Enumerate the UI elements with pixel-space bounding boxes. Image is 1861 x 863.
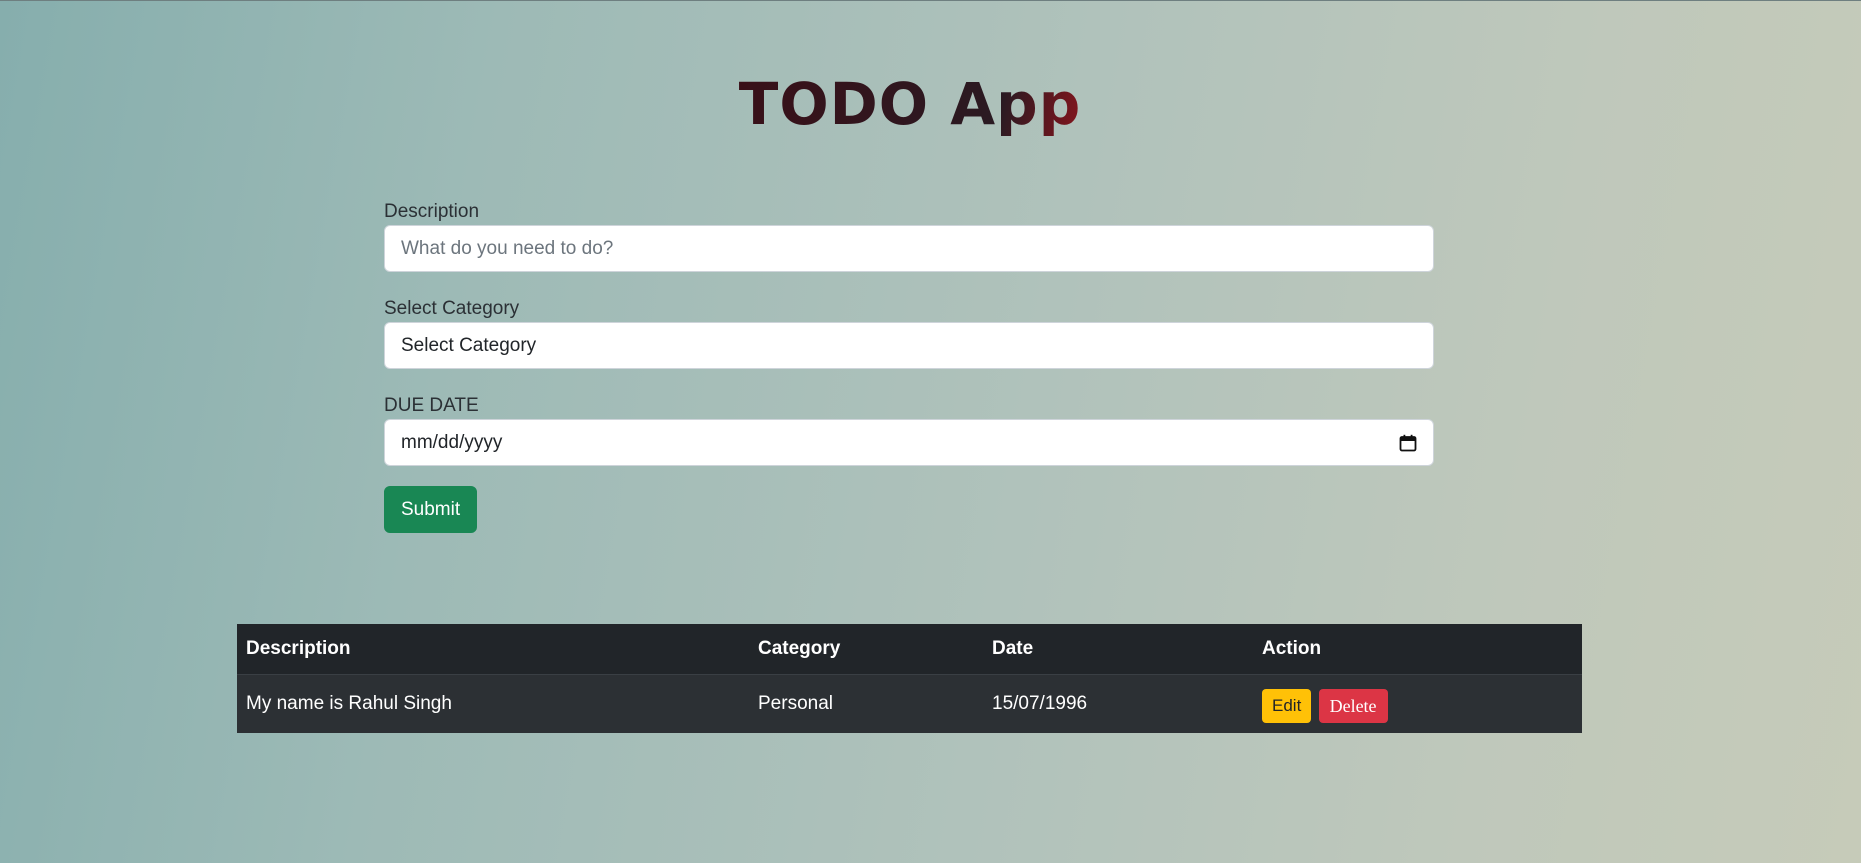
edit-button[interactable]: Edit <box>1262 688 1312 723</box>
calendar-icon[interactable] <box>1399 434 1417 452</box>
table-row: My name is Rahul Singh Personal 15/07/19… <box>237 674 1582 733</box>
due-date-label: DUE DATE <box>384 395 479 416</box>
todo-form: Description What do you need to do? Sele… <box>384 199 1434 533</box>
description-group: Description What do you need to do? <box>384 199 1434 272</box>
row-description: My name is Rahul Singh <box>246 692 452 714</box>
due-date-group: DUE DATE mm/dd/yyyy <box>384 393 1434 466</box>
row-date: 15/07/1996 <box>992 692 1088 714</box>
delete-button[interactable]: Delete <box>1318 688 1388 723</box>
todo-table: Description Category Date Action My name… <box>237 624 1582 733</box>
category-label: Select Category <box>384 298 520 319</box>
description-label: Description <box>384 201 480 222</box>
row-category: Personal <box>758 692 833 714</box>
header-date: Date <box>983 624 1253 675</box>
submit-button[interactable]: Submit <box>384 486 478 533</box>
description-placeholder: What do you need to do? <box>401 237 614 259</box>
category-group: Select Category Select Category <box>384 296 1434 369</box>
category-selected-value: Select Category <box>401 334 537 356</box>
row-actions: Edit Delete <box>1253 674 1582 733</box>
window-top-border <box>0 0 1861 1</box>
description-input[interactable]: What do you need to do? <box>384 225 1434 272</box>
header-description: Description <box>237 624 749 675</box>
due-date-placeholder: mm/dd/yyyy <box>401 431 503 453</box>
header-category: Category <box>749 624 983 675</box>
table-header-row: Description Category Date Action <box>237 624 1582 675</box>
page-title: TODO App <box>0 64 1820 144</box>
category-select[interactable]: Select Category <box>384 322 1434 369</box>
due-date-input[interactable]: mm/dd/yyyy <box>384 419 1434 466</box>
header-action: Action <box>1253 624 1582 675</box>
